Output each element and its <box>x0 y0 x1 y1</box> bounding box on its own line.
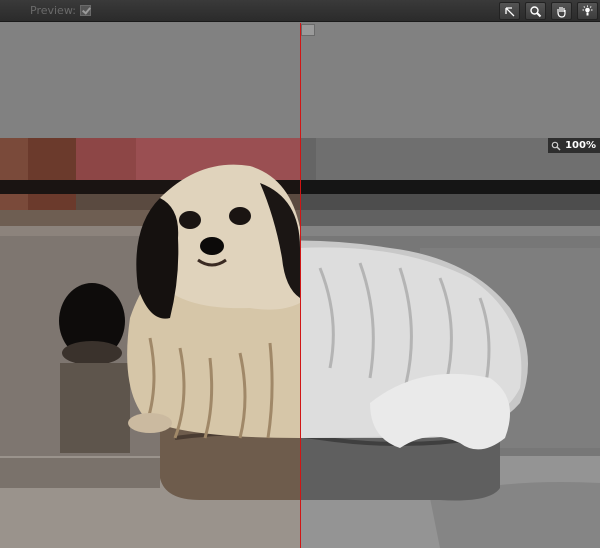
preview-checkbox[interactable] <box>80 5 91 16</box>
arrow-tool-button[interactable] <box>499 2 520 20</box>
arrow-icon <box>505 6 515 16</box>
preview-label: Preview: <box>30 4 76 17</box>
light-tool-button[interactable] <box>577 2 598 20</box>
zoom-level: 100% <box>565 140 596 151</box>
zoom-tool-button[interactable] <box>525 2 546 20</box>
hand-icon <box>557 6 566 18</box>
magnifier-icon <box>530 5 542 17</box>
zoom-indicator: 100% <box>548 138 600 153</box>
light-bulb-icon <box>582 5 593 15</box>
top-toolbar: Preview: <box>0 0 600 22</box>
split-divider[interactable] <box>300 23 301 548</box>
split-handle[interactable] <box>301 24 315 36</box>
magnifier-icon <box>551 141 561 151</box>
hand-tool-button[interactable] <box>551 2 572 20</box>
